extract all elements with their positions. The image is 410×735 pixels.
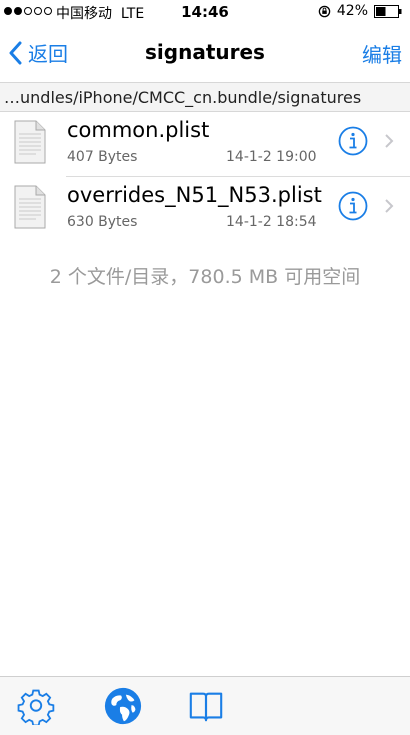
chevron-right-icon [385, 199, 394, 213]
file-size: 630 Bytes [67, 214, 138, 230]
tab-settings[interactable] [16, 687, 56, 727]
status-right: 42% [318, 3, 402, 19]
storage-summary: 2 个文件/目录，780.5 MB 可用空间 [49, 266, 361, 288]
globe-icon [104, 687, 142, 725]
battery-icon [374, 4, 402, 18]
navigation-bar: 返回 signatures 编辑 [0, 24, 410, 82]
file-date: 14-1-2 19:00 [226, 149, 317, 165]
path-breadcrumb: …undles/iPhone/CMCC_cn.bundle/signatures [0, 82, 410, 112]
file-date: 14-1-2 18:54 [226, 214, 317, 230]
page-title: signatures [145, 40, 265, 64]
tab-browser[interactable] [102, 686, 144, 726]
book-icon [189, 692, 223, 722]
battery-percent: 42% [336, 3, 368, 19]
info-icon[interactable] [338, 126, 368, 156]
tab-bookmarks[interactable] [186, 687, 226, 725]
chevron-right-icon [385, 134, 394, 148]
file-row[interactable]: common.plist 407 Bytes 14-1-2 19:00 [0, 112, 410, 176]
settings-gear-icon [17, 689, 55, 727]
status-bar: 中国移动 LTE 14:46 42% [0, 0, 410, 24]
rotation-lock-icon [318, 5, 331, 17]
document-icon [14, 185, 46, 229]
document-icon [14, 120, 46, 164]
file-name: common.plist [67, 118, 210, 142]
tab-bar [0, 676, 410, 735]
file-size: 407 Bytes [67, 149, 138, 165]
file-row[interactable]: overrides_N51_N53.plist 630 Bytes 14-1-2… [0, 177, 410, 241]
info-icon[interactable] [338, 191, 368, 221]
edit-button[interactable]: 编辑 [362, 39, 402, 68]
file-name: overrides_N51_N53.plist [67, 183, 322, 207]
